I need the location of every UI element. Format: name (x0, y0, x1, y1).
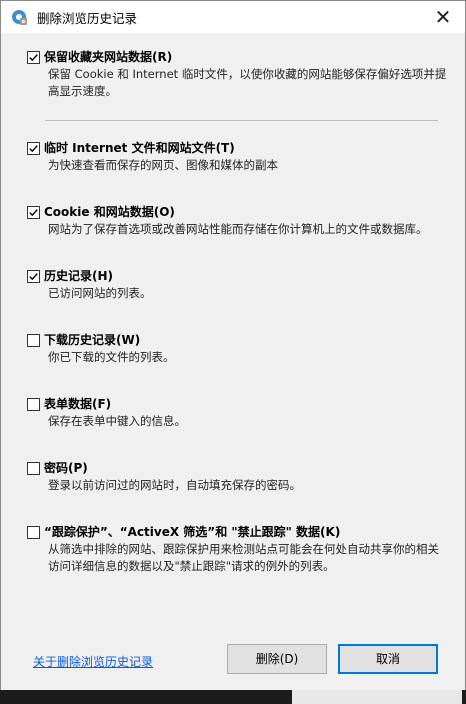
divider (45, 120, 438, 121)
option-label: Cookie 和网站数据(O) (44, 205, 175, 219)
checkmark-icon (29, 273, 38, 281)
option-description: 从筛选中排除的网站、跟踪保护用来检测站点可能会在何处自动共享你的相关访问详细信息… (48, 542, 439, 573)
checkbox-download-history[interactable] (27, 334, 40, 347)
option-description: 保存在表单中键入的信息。 (48, 414, 186, 428)
checkmark-icon (29, 54, 38, 62)
checkbox-keep-favorites[interactable] (27, 51, 40, 64)
option-description: 登录以前访问过的网站时，自动填充保存的密码。 (48, 478, 301, 492)
option-label: 密码(P) (44, 461, 88, 475)
dialog-title: 删除浏览历史记录 (37, 11, 138, 26)
cancel-button[interactable]: 取消 (338, 644, 438, 674)
close-button[interactable]: ✕ (429, 3, 457, 31)
option-description: 已访问网站的列表。 (48, 286, 152, 300)
option-description: 网站为了保存首选项或改善网站性能而存储在你计算机上的文件或数据库。 (48, 222, 428, 236)
checkbox-cookies[interactable] (27, 206, 40, 219)
checkbox-passwords[interactable] (27, 462, 40, 475)
option-description: 你已下载的文件的列表。 (48, 350, 175, 364)
option-label: 表单数据(F) (44, 397, 112, 411)
about-delete-history-link[interactable]: 关于删除浏览历史记录 (33, 653, 153, 670)
checkbox-tracking-protection[interactable] (27, 526, 40, 539)
checkmark-icon (29, 145, 38, 153)
background-window (0, 690, 466, 704)
delete-button[interactable]: 删除(D) (227, 644, 327, 674)
option-label: “跟踪保护”、“ActiveX 筛选”和 "禁止跟踪" 数据(K) (44, 525, 341, 539)
option-label: 临时 Internet 文件和网站文件(T) (44, 141, 235, 155)
option-label: 下载历史记录(W) (44, 333, 141, 347)
background-pane (292, 690, 462, 704)
ie-settings-icon (10, 8, 28, 26)
checkbox-temp-internet-files[interactable] (27, 142, 40, 155)
option-description: 保留 Cookie 和 Internet 临时文件，以使你收藏的网站能够保存偏好… (48, 67, 447, 98)
title-bar: 删除浏览历史记录 ✕ (1, 1, 465, 33)
option-description: 为快速查看而保存的网页、图像和媒体的副本 (48, 158, 278, 172)
checkbox-form-data[interactable] (27, 398, 40, 411)
checkmark-icon (29, 209, 38, 217)
option-label: 保留收藏夹网站数据(R) (44, 50, 173, 64)
delete-browsing-history-dialog: 删除浏览历史记录 ✕ 保留收藏夹网站数据(R) 保留 Cookie 和 Inte… (0, 0, 466, 692)
option-label: 历史记录(H) (44, 269, 114, 283)
checkbox-history[interactable] (27, 270, 40, 283)
